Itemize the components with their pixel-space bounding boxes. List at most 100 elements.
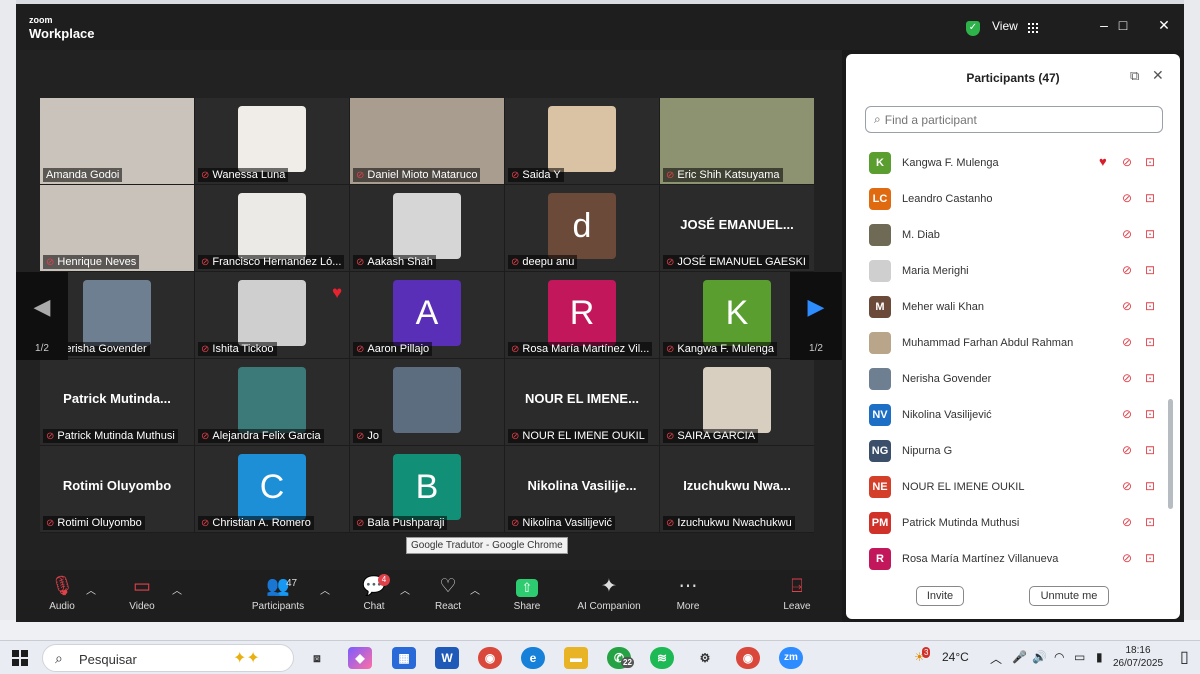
participant-row[interactable]: M. Diab ⊘ ⊡ <box>866 218 1166 254</box>
video-tile[interactable]: ⊘ Eric Shih Katsuyama <box>660 98 814 184</box>
video-tile[interactable]: Patrick Mutinda... ⊘ Patrick Mutinda Muthu… <box>40 359 194 445</box>
notification-icon[interactable]: ▯ <box>1180 647 1189 667</box>
security-shield-icon[interactable]: ✓ <box>966 21 980 36</box>
file-explorer-icon[interactable]: ▬ <box>564 647 588 669</box>
video-tile[interactable]: Rotimi Oluyombo ⊘ Rotimi Oluyombo <box>40 446 194 532</box>
video-tile[interactable]: Amanda Godoi <box>40 98 194 184</box>
video-tile[interactable]: Nikolina Vasilije... ⊘ Nikolina Vasilijevi… <box>505 446 659 532</box>
react-options-caret[interactable]: ︿ <box>470 582 480 597</box>
whatsapp-app-icon[interactable]: ✆ 22 <box>607 647 634 669</box>
chrome-app-icon[interactable]: ◉ <box>478 647 502 669</box>
view-button[interactable]: View <box>992 19 1018 33</box>
chrome-profile-app-icon[interactable]: ◉ <box>736 647 760 669</box>
invite-button[interactable]: Invite <box>916 586 964 606</box>
participants-options-caret[interactable]: ︿ <box>320 582 330 597</box>
participants-scrollbar[interactable] <box>1168 399 1173 509</box>
network-icon[interactable]: ▮ <box>1096 650 1103 664</box>
zoom-app-icon[interactable]: zm <box>779 647 803 669</box>
video-tile[interactable]: ⊘ Alejandra Felix Garcia <box>195 359 349 445</box>
participant-row[interactable]: Muhammad Farhan Abdul Rahman ⊘ ⊡ <box>866 326 1166 362</box>
mic-muted-icon: ⊘ <box>1122 443 1133 457</box>
close-panel-icon[interactable]: ✕ <box>1152 67 1164 84</box>
share-button[interactable]: ⇧ Share <box>487 576 567 612</box>
participant-search-input[interactable] <box>884 112 1145 127</box>
volume-icon[interactable]: 🔊 <box>1032 650 1047 664</box>
next-page-button[interactable]: ▶ 1/2 <box>790 272 842 360</box>
weather-icon[interactable]: ☀ 3 <box>914 647 931 664</box>
leave-button[interactable]: ⍈ Leave <box>757 576 837 612</box>
video-tile[interactable]: Izuchukwu Nwa... ⊘ Izuchukwu Nwachukwu <box>660 446 814 532</box>
avatar: R <box>548 280 616 346</box>
wifi-icon[interactable]: ◠ <box>1054 650 1064 664</box>
video-tile[interactable]: ⊘ Francisco Hernandez Ló... <box>195 185 349 271</box>
grid-view-icon[interactable] <box>1028 23 1038 33</box>
camera-off-icon: ⊡ <box>1145 551 1156 565</box>
video-tile[interactable]: ⊘ Jo <box>350 359 504 445</box>
audio-label: Audio <box>49 601 75 612</box>
mic-muted-icon: ⊘ <box>1122 479 1133 493</box>
video-tile[interactable]: ⊘ Ishita Tickoo <box>195 272 349 358</box>
popout-icon[interactable]: ⧉ <box>1130 68 1139 84</box>
participant-row[interactable]: Maria Merighi ⊘ ⊡ <box>866 254 1166 290</box>
audio-options-caret[interactable]: ︿ <box>86 582 96 597</box>
video-tile[interactable]: ⊘ SAIRA GARCIA <box>660 359 814 445</box>
video-tile[interactable]: JOSÉ EMANUEL... ⊘ JOSÉ EMANUEL GAESKI <box>660 185 814 271</box>
ai-companion-button[interactable]: ✦ AI Companion <box>569 576 649 612</box>
sparkle-icon: ✦ <box>601 576 617 597</box>
title-bar: zoom Workplace ✓ View – □ ✕ <box>16 4 1184 50</box>
spotify-app-icon[interactable]: ≋ <box>650 647 674 669</box>
video-tile[interactable]: ⊘ Aakash Shah <box>350 185 504 271</box>
video-tile[interactable]: A ⊘ Aaron Pillajo <box>350 272 504 358</box>
weather-badge: 3 <box>922 647 931 658</box>
participant-row[interactable]: LC Leandro Castanho ⊘ ⊡ <box>866 182 1166 218</box>
participant-row[interactable]: NE NOUR EL IMENE OUKIL ⊘ ⊡ <box>866 470 1166 506</box>
copilot-app-icon[interactable]: ◆ <box>348 647 372 669</box>
temperature-text[interactable]: 24°C <box>942 650 969 664</box>
taskbar-search[interactable]: ⌕ Pesquisar ✦✦ <box>42 644 294 672</box>
participant-row-name: Nipurna G <box>902 445 953 457</box>
participant-row[interactable]: R Rosa María Martínez Villanueva ⊘ ⊡ <box>866 542 1166 578</box>
video-tile[interactable]: ⊘ Daniel Mioto Mataruco <box>350 98 504 184</box>
video-tile[interactable]: d ⊘ deepu anu <box>505 185 659 271</box>
store-app-icon[interactable]: ▦ <box>392 647 416 669</box>
more-button[interactable]: ⋯ More <box>648 576 728 612</box>
windows-start-icon[interactable] <box>12 650 28 666</box>
participant-row[interactable]: PM Patrick Mutinda Muthusi ⊘ ⊡ <box>866 506 1166 542</box>
right-arrow-icon: ▶ <box>807 294 825 319</box>
video-tile[interactable]: ⊘ Wanessa Luna <box>195 98 349 184</box>
participant-row[interactable]: Nerisha Govender ⊘ ⊡ <box>866 362 1166 398</box>
video-tile[interactable]: ⊘ Henrique Neves <box>40 185 194 271</box>
video-tile[interactable]: NOUR EL IMENE... ⊘ NOUR EL IMENE OUKIL <box>505 359 659 445</box>
participant-row[interactable]: M Meher wali Khan ⊘ ⊡ <box>866 290 1166 326</box>
word-app-icon[interactable]: W <box>435 647 459 669</box>
participant-row[interactable]: NV Nikolina Vasilijević ⊘ ⊡ <box>866 398 1166 434</box>
system-clock[interactable]: 18:16 26/07/2025 <box>1112 644 1164 670</box>
video-options-caret[interactable]: ︿ <box>172 582 182 597</box>
video-tile[interactable]: ⊘ Saida Y <box>505 98 659 184</box>
participants-label: Participants <box>251 601 305 612</box>
participant-name-display: Rotimi Oluyombo <box>62 478 172 493</box>
microphone-tray-icon[interactable]: 🎤 <box>1012 650 1027 664</box>
maximize-button[interactable]: □ <box>1111 17 1135 33</box>
mic-muted-icon: ⊘ <box>1122 515 1133 529</box>
battery-icon[interactable]: ▭ <box>1074 650 1085 664</box>
participants-button[interactable]: 👥 47 Participants <box>238 576 318 612</box>
camera-off-icon: ⊡ <box>1145 371 1156 385</box>
settings-gear-icon[interactable]: ⚙ <box>693 647 717 669</box>
edge-app-icon[interactable]: e <box>521 647 545 669</box>
avatar: d <box>548 193 616 259</box>
participant-row[interactable]: NG Nipurna G ⊘ ⊡ <box>866 434 1166 470</box>
close-window-button[interactable]: ✕ <box>1152 17 1176 34</box>
video-tile[interactable]: C ⊘ Christian A. Romero <box>195 446 349 532</box>
participant-search[interactable]: ⌕ <box>865 106 1163 133</box>
tray-chevron-icon[interactable]: ︿ <box>990 650 1002 667</box>
video-button[interactable]: ▭ Video <box>102 576 182 612</box>
task-view-icon[interactable]: ⧈ <box>305 647 329 669</box>
desktop-background-bottom <box>0 620 1200 640</box>
unmute-me-button[interactable]: Unmute me <box>1029 586 1109 606</box>
video-tile[interactable]: R ⊘ Rosa María Martínez Vil... <box>505 272 659 358</box>
participant-row[interactable]: K Kangwa F. Mulenga ♥ ⊘ ⊡ <box>866 146 1166 182</box>
video-tile[interactable]: B ⊘ Bala Pushparaji <box>350 446 504 532</box>
video-gallery: Amanda Godoi ⊘ Wanessa Luna ⊘ Daniel Mioto M… <box>40 98 814 533</box>
prev-page-button[interactable]: ◀ 1/2 <box>16 272 68 360</box>
